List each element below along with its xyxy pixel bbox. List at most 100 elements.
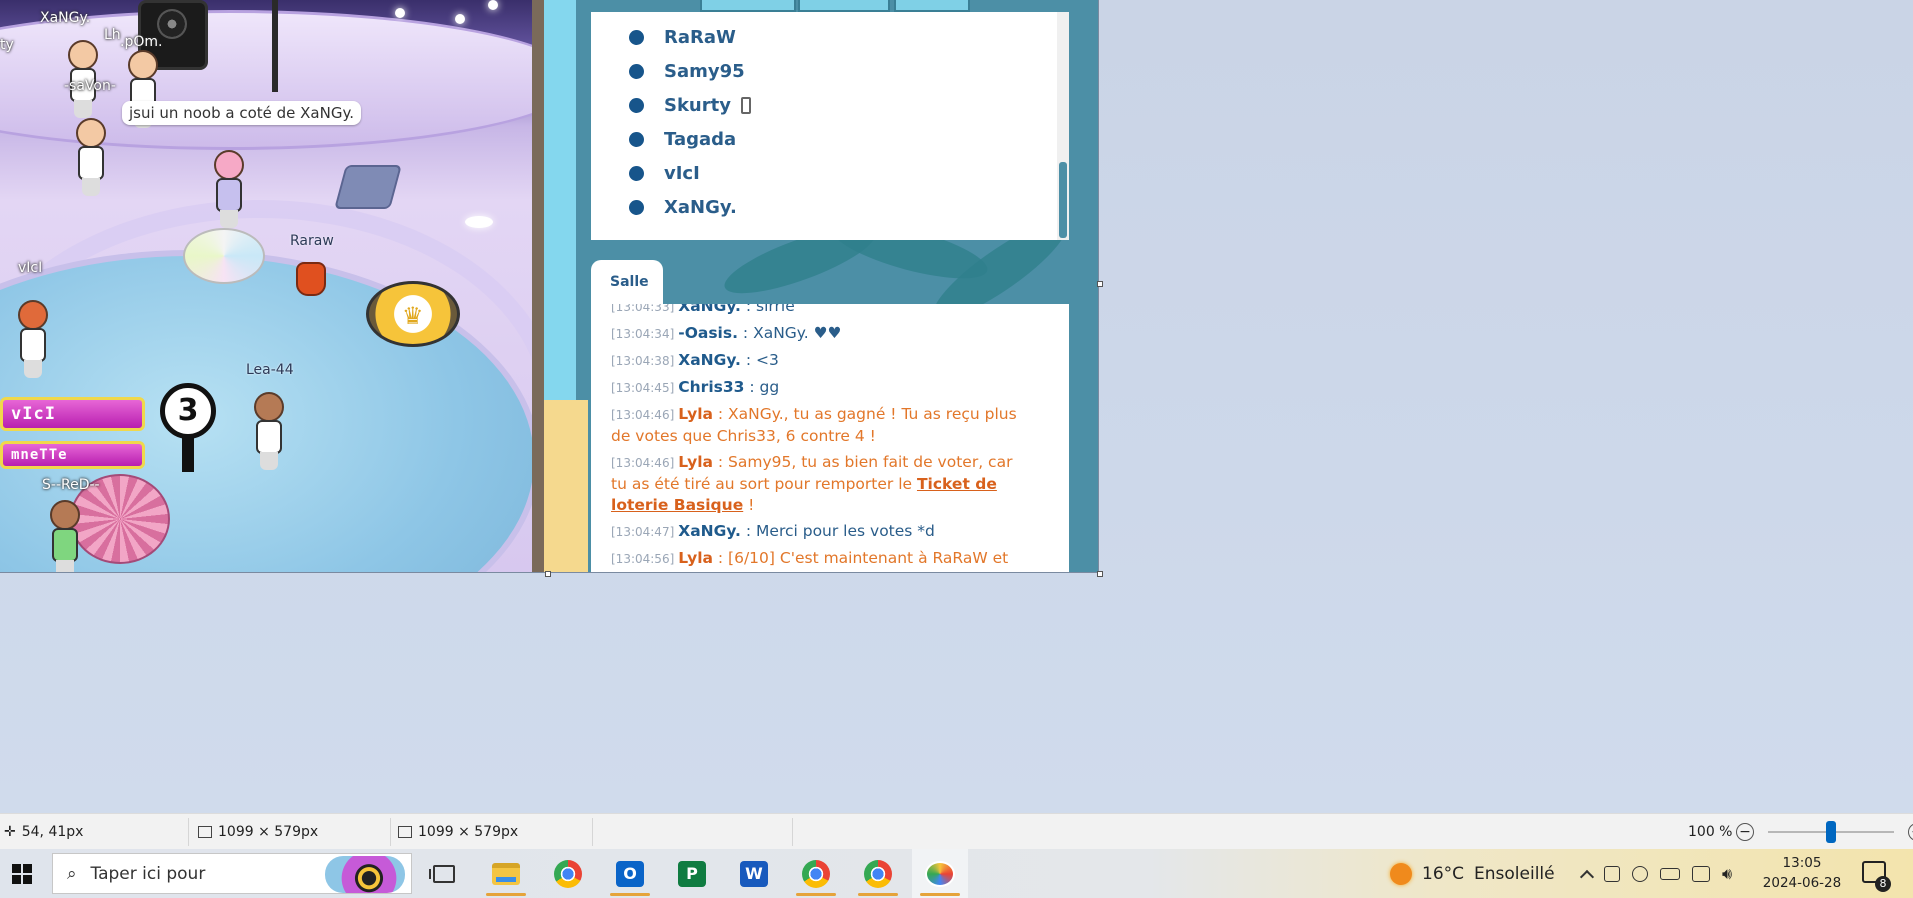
user-list-item[interactable]: RaRaW: [629, 20, 1069, 54]
resize-handle[interactable]: [1097, 281, 1103, 287]
taskbar-app-outlook[interactable]: O: [602, 849, 658, 898]
resize-handle[interactable]: [1097, 571, 1103, 577]
game-scene: ♛ 3 XaNGy. ty Lh .pOm. -saVon- vIcI Rara…: [0, 0, 532, 572]
pole: [272, 0, 278, 92]
chat-user[interactable]: XaNGy.: [678, 351, 741, 369]
canvas-area[interactable]: ♛ 3 XaNGy. ty Lh .pOm. -saVon- vIcI Rara…: [0, 0, 1913, 813]
chat-message: [13:04:46] Lyla : Samy95, tu as bien fait…: [611, 453, 1013, 514]
start-button[interactable]: [0, 849, 44, 898]
chat-user[interactable]: Lyla: [678, 405, 713, 423]
online-dot-icon: [629, 97, 644, 113]
paint-icon: [925, 860, 955, 887]
speech-bubble: jsui un noob a coté de XaNGy.: [122, 101, 361, 125]
player-name-tag: XaNGy.: [40, 10, 91, 26]
game-screenshot[interactable]: ♛ 3 XaNGy. ty Lh .pOm. -saVon- vIcI Rara…: [0, 0, 1099, 573]
user-list-scrollbar[interactable]: [1057, 12, 1069, 240]
network-icon[interactable]: [1692, 865, 1710, 882]
name-plate: mneTTe: [0, 441, 145, 469]
user-name: vIcI: [664, 162, 700, 184]
panel-tab[interactable]: [894, 0, 970, 12]
taskbar-app-paint[interactable]: [912, 849, 968, 898]
user-list-item[interactable]: Skurty: [629, 88, 1069, 122]
task-view-button[interactable]: [416, 849, 472, 898]
cube-furniture: [334, 165, 402, 209]
avatar[interactable]: [246, 392, 292, 472]
zoom-slider[interactable]: [1768, 821, 1894, 843]
image-size-icon: [398, 826, 412, 838]
mobile-phone-icon: [740, 96, 751, 114]
player-name-tag: .pOm.: [120, 34, 163, 50]
selection-icon: [198, 826, 212, 838]
resize-handle[interactable]: [545, 571, 551, 577]
zoom-level: 100 %: [1688, 824, 1733, 840]
online-dot-icon: [629, 199, 644, 215]
chat-user[interactable]: Lyla: [678, 453, 713, 471]
player-name-tag: Lh: [104, 27, 121, 43]
chat-log: [13:04:33] XaNGy. : sirrie [13:04:34] -Oas…: [591, 304, 1069, 572]
zoom-slider-thumb[interactable]: [1826, 821, 1836, 843]
word-icon: W: [740, 860, 768, 887]
ball-counter: 3: [160, 383, 216, 439]
chat-message: [13:04:45] Chris33 : gg: [611, 378, 780, 396]
player-name-tag: Lea-44: [246, 362, 294, 378]
zoom-in-icon[interactable]: +: [1908, 823, 1913, 841]
user-list-item[interactable]: Samy95: [629, 54, 1069, 88]
cat-avatar-icon[interactable]: [296, 262, 326, 296]
user-list-item[interactable]: vIcI: [629, 156, 1069, 190]
taskbar-app-chrome[interactable]: [540, 849, 596, 898]
volume-icon[interactable]: 🔊︎: [1722, 864, 1732, 884]
user-name: Tagada: [664, 128, 737, 150]
search-highlight-icon: [325, 856, 405, 893]
chat-user[interactable]: Lyla: [678, 549, 713, 567]
weather-widget[interactable]: 16°C Ensoleillé: [1390, 849, 1555, 898]
scrollbar-thumb[interactable]: [1059, 162, 1067, 238]
taskbar-app-explorer[interactable]: [478, 849, 534, 898]
chevron-up-icon[interactable]: [1579, 869, 1595, 884]
online-dot-icon: [629, 63, 644, 79]
taskbar-app-chrome-profile[interactable]: [850, 849, 906, 898]
avatar[interactable]: [10, 300, 56, 380]
windows-logo-icon: [12, 863, 32, 884]
avatar[interactable]: [42, 500, 88, 572]
taskbar: ⌕ Taper ici pour O P W 16°C Ensoleillé 🔊…: [0, 849, 1913, 898]
onedrive-icon[interactable]: [1632, 865, 1648, 882]
clock[interactable]: 13:05 2024-06-28: [1752, 853, 1852, 893]
battery-icon[interactable]: [1660, 867, 1680, 880]
panel-tab[interactable]: [798, 0, 890, 12]
chat-message: [13:04:33] XaNGy. : sirrie: [611, 304, 1031, 318]
taskbar-search[interactable]: ⌕ Taper ici pour: [52, 853, 412, 894]
taskbar-app-project[interactable]: P: [664, 849, 720, 898]
chat-user[interactable]: Chris33: [678, 378, 744, 396]
light-icon: [488, 0, 498, 10]
chat-message: [13:04:56] Lyla : [6/10] C'est maintenant…: [611, 549, 1009, 572]
panel-tabs[interactable]: [700, 0, 970, 12]
cd-platform: [183, 228, 265, 284]
zoom-out-icon[interactable]: −: [1736, 823, 1754, 841]
player-name-tag: vIcI: [18, 260, 43, 276]
light-icon: [465, 216, 493, 228]
chat-user[interactable]: XaNGy.: [678, 304, 741, 315]
chat-message: [13:04:38] XaNGy. : <3: [611, 351, 779, 369]
taskbar-app-word[interactable]: W: [726, 849, 782, 898]
zoom-controls: − +: [1736, 814, 1913, 850]
meet-icon[interactable]: [1604, 865, 1620, 882]
online-dot-icon: [629, 165, 644, 181]
tab-salle[interactable]: Salle: [591, 260, 663, 304]
light-icon: [455, 14, 465, 24]
chat-message: [13:04:46] Lyla : XaNGy., tu as gagné ! T…: [611, 405, 1017, 445]
avatar[interactable]: [68, 118, 114, 198]
project-icon: P: [678, 860, 706, 887]
chat-user[interactable]: -Oasis.: [678, 324, 738, 342]
user-list-item[interactable]: XaNGy.: [629, 190, 1069, 224]
online-dot-icon: [629, 131, 644, 147]
avatar[interactable]: [206, 150, 252, 230]
chat-user[interactable]: XaNGy.: [678, 522, 741, 540]
chrome-icon: [802, 859, 830, 888]
panel-tab[interactable]: [700, 0, 796, 12]
taskbar-app-chrome-profile[interactable]: [788, 849, 844, 898]
crosshair-icon: ✛: [4, 824, 16, 840]
user-name: Skurty: [664, 94, 731, 116]
crown-icon: ♛: [402, 302, 424, 330]
user-list-item[interactable]: Tagada: [629, 122, 1069, 156]
vote-button[interactable]: ♛: [366, 281, 460, 347]
